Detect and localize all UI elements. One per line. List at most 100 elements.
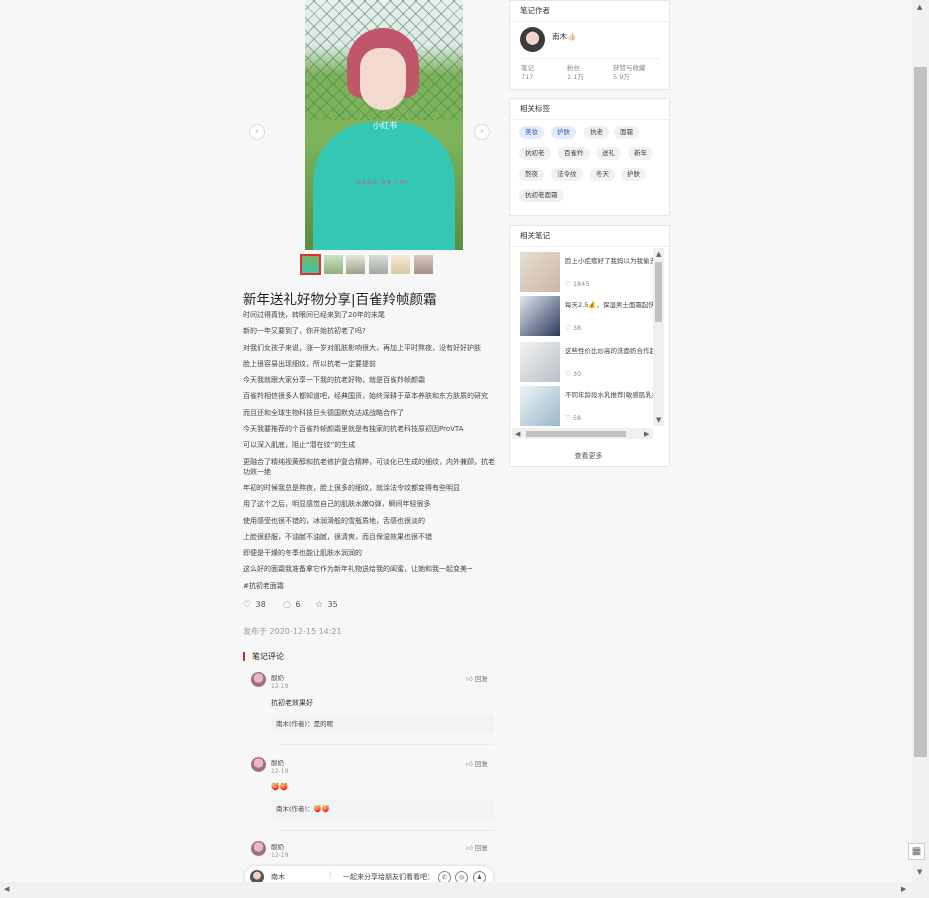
related-note[interactable]: 每天2.5💰，保湿男士面霜起快用起来，舌到油油肌 我发 ♡ 38 (520, 296, 657, 338)
thumbnail[interactable] (324, 255, 343, 274)
tag[interactable]: 法令纹 (551, 168, 583, 181)
tag[interactable]: 面霜 (614, 126, 639, 139)
scroll-right-icon[interactable]: ▶ (644, 430, 649, 438)
thumb-up-icon[interactable]: 👍︎ (466, 760, 473, 768)
body-line: 新的一年又要到了，你开始抗初老了吗? (243, 327, 366, 336)
thumb-up-icon[interactable]: 👍︎ (466, 675, 473, 683)
scrollbar-thumb[interactable] (655, 262, 662, 322)
related-title[interactable]: 脸上小疙瘩好了我妈以为我偷去做了ly美! (565, 256, 657, 276)
related-thumbnail[interactable] (520, 342, 560, 382)
scroll-down-icon[interactable]: ▼ (656, 416, 661, 424)
avatar[interactable] (251, 757, 266, 772)
related-note[interactable]: 这些性价比炒高的洗面奶合作起来！ ♡ 30 (520, 342, 657, 384)
author-reply: 南木(作者)：🍑🍑 (271, 799, 494, 819)
author-stat: 笔记 717 (521, 64, 534, 82)
tag[interactable]: 抗老 (584, 126, 609, 139)
comment-date: 12-19 (271, 852, 289, 859)
comment-author[interactable]: 酸奶 (271, 841, 284, 851)
scrollbar-corner (912, 882, 929, 898)
thumbnail[interactable] (346, 255, 365, 274)
comment-text: 抗初老效果好 (271, 699, 313, 707)
tag[interactable]: 护肤 (551, 126, 576, 139)
comment-item: 酸奶 12-19 👍︎ 回复 🍑🍑 南木(作者)：🍑🍑 (251, 757, 494, 827)
tags-card: 相关标签 美妆 护肤 抗老 面霜 抗初老 百雀羚 送礼 新年 熬夜 法令纹 冬天… (509, 98, 670, 216)
comment-button[interactable]: ◌ 6 (283, 600, 301, 610)
qr-code-icon[interactable]: ▦ (908, 843, 925, 860)
like-count: 30 (572, 370, 582, 378)
watermark: 小红书 (373, 121, 397, 130)
tag[interactable]: 美妆 (519, 126, 544, 139)
related-note[interactable]: 脸上小疙瘩好了我妈以为我偷去做了ly美! ♡ 1845 (520, 252, 657, 294)
related-likes: ♡ 1845 (565, 280, 589, 288)
reply-label: 回复 (474, 675, 488, 683)
thumb-up-icon[interactable]: 👍︎ (466, 844, 473, 852)
tag[interactable]: 新年 (628, 147, 653, 160)
tag[interactable]: 送礼 (596, 147, 621, 160)
page-horizontal-scrollbar[interactable] (0, 882, 912, 898)
scroll-left-icon[interactable]: ◀ (515, 430, 520, 438)
collect-button[interactable]: ☆ 35 (315, 600, 338, 610)
scroll-down-icon[interactable]: ▼ (917, 868, 922, 876)
avatar[interactable] (250, 870, 264, 882)
comment-author[interactable]: 酸奶 (271, 672, 284, 682)
body-line: 即便是干燥的冬季也能让肌肤水润润的 (243, 549, 362, 558)
reply-label: 回复 (474, 760, 488, 768)
related-thumbnail[interactable] (520, 252, 560, 292)
scroll-right-icon[interactable]: ▶ (901, 885, 906, 893)
related-thumbnail[interactable] (520, 296, 560, 336)
avatar[interactable] (251, 841, 266, 856)
reply-button[interactable]: 👍︎ 回复 (466, 673, 488, 683)
reply-button[interactable]: 👍︎ 回复 (466, 842, 488, 852)
thumbnail[interactable] (369, 255, 388, 274)
tag[interactable]: 抗初老面霜 (519, 189, 564, 202)
related-thumbnail[interactable] (520, 386, 560, 426)
related-likes: ♡ 30 (565, 370, 581, 378)
related-card-header: 相关笔记 (510, 226, 669, 247)
thumbnail[interactable] (300, 254, 321, 275)
tag[interactable]: 抗初老 (519, 147, 551, 160)
weibo-icon[interactable]: ◎ (455, 871, 468, 882)
shirt-print: ᴳᴬᴺᴳ ᴬᴺ ᶜᴴᴵ (357, 180, 408, 190)
tag[interactable]: 冬天 (590, 168, 615, 181)
see-more-link[interactable]: 查看更多 (510, 451, 667, 461)
wechat-icon[interactable]: ✆ (438, 871, 451, 882)
qq-icon[interactable]: ♟ (473, 871, 486, 882)
share-text: 一起来分享给朋友们看看吧： (343, 873, 434, 881)
avatar[interactable] (251, 672, 266, 687)
share-bar: 南木 | 一起来分享给朋友们看看吧： ✆ ◎ ♟ (245, 866, 493, 882)
scrollbar-thumb[interactable] (526, 431, 626, 437)
like-count: 1845 (572, 280, 590, 288)
author-card-header: 笔记作者 (510, 1, 669, 22)
related-title[interactable]: 这些性价比炒高的洗面奶合作起来！ (565, 346, 657, 366)
like-button[interactable]: ♡ 38 (243, 600, 266, 610)
author-name[interactable]: 南木👍🏻 (552, 31, 576, 42)
body-line: #抗初老面霜 (243, 581, 284, 590)
image-carousel: ‹ 小红书 ᴳᴬᴺᴳ ᴬᴺ ᶜᴴᴵ › (243, 0, 495, 250)
tag[interactable]: 护肤 (621, 168, 646, 181)
body-line: 脸上很容易出现细纹，所以抗老一定要提前 (243, 359, 376, 368)
scroll-up-icon[interactable]: ▲ (656, 250, 661, 258)
divider (279, 830, 494, 831)
comment-author[interactable]: 酸奶 (271, 757, 284, 767)
separator: | (329, 871, 332, 879)
carousel-prev-icon[interactable]: ‹ (249, 124, 265, 140)
scroll-up-icon[interactable]: ▲ (917, 3, 922, 11)
reply-button[interactable]: 👍︎ 回复 (466, 758, 488, 768)
thumbnail[interactable] (414, 255, 433, 274)
scroll-left-icon[interactable]: ◀ (4, 885, 9, 893)
tag[interactable]: 百雀羚 (558, 147, 590, 160)
related-list[interactable]: 脸上小疙瘩好了我妈以为我偷去做了ly美! ♡ 1845 每天2.5💰，保湿男士面… (510, 247, 667, 447)
like-count: 58 (572, 414, 582, 422)
tag[interactable]: 熬夜 (519, 168, 544, 181)
author-name[interactable]: 南木 (271, 872, 285, 882)
related-title[interactable]: 每天2.5💰，保湿男士面霜起快用起来，舌到油油肌 我发 (565, 300, 657, 320)
author-reply-text: 南木(作者)：🍑🍑 (276, 805, 330, 813)
page-scrollbar-thumb[interactable] (914, 67, 927, 757)
avatar[interactable] (520, 27, 545, 52)
divider (520, 58, 659, 59)
thumbnail[interactable] (391, 255, 410, 274)
related-title[interactable]: 不同年龄段水乳推荐|敏感肌乳护肤新品 (565, 390, 657, 410)
related-note[interactable]: 不同年龄段水乳推荐|敏感肌乳护肤新品 ♡ 58 (520, 386, 657, 428)
carousel-next-icon[interactable]: › (474, 124, 490, 140)
note-body: 时间过得真快，转眼间已经来到了20年的末尾 新的一年又要到了，你开始抗初老了吗?… (243, 310, 495, 597)
